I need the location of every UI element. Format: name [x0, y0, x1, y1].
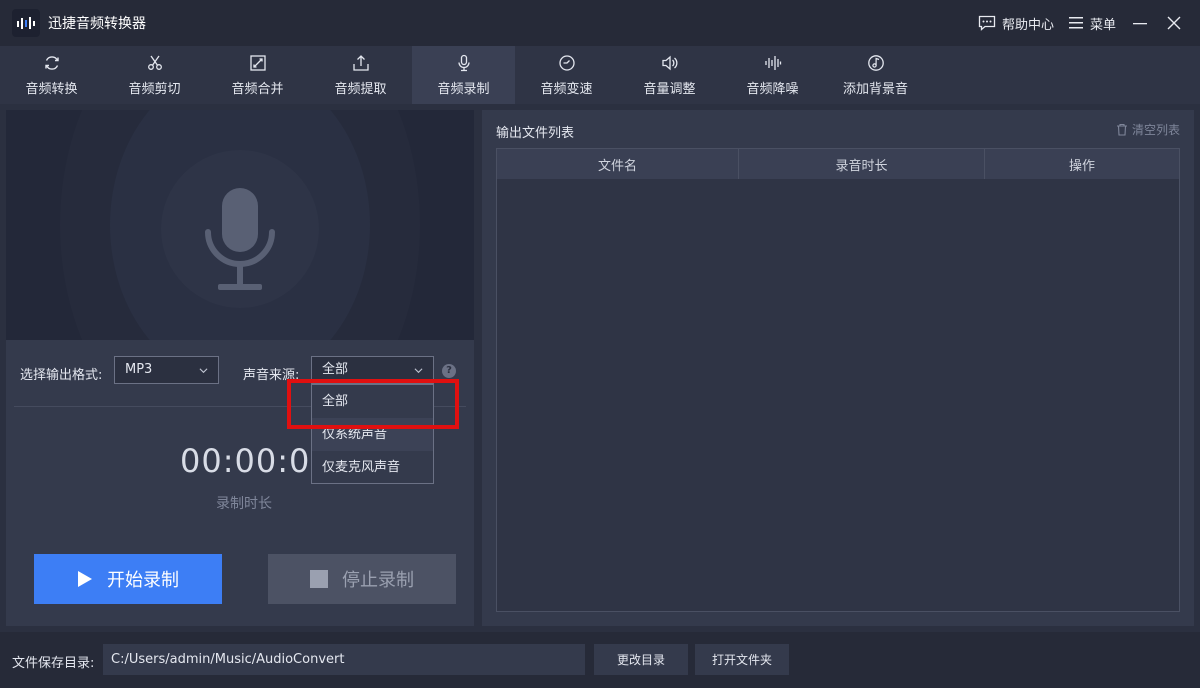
- waveform-icon: [764, 55, 781, 70]
- feature-tab-bar: 音频转换 音频剪切 音频合并 音频提取 音频录制 音频变速 音量调整 音频降噪 …: [0, 46, 1200, 104]
- tab-label: 音频降噪: [746, 81, 799, 97]
- minimize-icon: [1133, 23, 1147, 25]
- tab-audio-cut[interactable]: 音频剪切: [103, 46, 206, 104]
- save-directory-input[interactable]: [103, 644, 585, 675]
- menu-label: 菜单: [1089, 17, 1116, 33]
- trash-icon: [1116, 123, 1127, 136]
- open-folder-button[interactable]: 打开文件夹: [695, 644, 789, 675]
- play-icon: [78, 571, 92, 587]
- column-header-actions: 操作: [1068, 158, 1095, 174]
- help-question-icon[interactable]: ?: [442, 364, 456, 378]
- tab-label: 音频合并: [231, 81, 284, 97]
- microphone-large-icon: [205, 188, 275, 290]
- clear-list-button[interactable]: 清空列表: [1116, 121, 1180, 138]
- merge-icon: [249, 54, 266, 71]
- dropdown-option-all[interactable]: 全部: [312, 385, 433, 418]
- recording-timer: 00:00:00: [180, 442, 332, 480]
- tab-audio-convert[interactable]: 音频转换: [0, 46, 103, 104]
- menu-button[interactable]: 菜单: [1068, 14, 1116, 33]
- output-list-panel: 输出文件列表 清空列表 文件名 录音时长 操作: [482, 110, 1194, 626]
- stop-recording-button[interactable]: 停止录制: [268, 554, 456, 604]
- tab-audio-extract[interactable]: 音频提取: [309, 46, 412, 104]
- app-title: 迅捷音频转换器: [48, 16, 146, 32]
- chevron-down-icon: [414, 368, 423, 374]
- tab-label: 音频提取: [334, 81, 387, 97]
- scissors-icon: [147, 55, 162, 70]
- tab-audio-speed[interactable]: 音频变速: [515, 46, 618, 104]
- clear-list-label: 清空列表: [1131, 123, 1180, 137]
- music-note-icon: [867, 54, 884, 71]
- title-bar: 迅捷音频转换器 帮助中心 菜单: [0, 0, 1200, 46]
- sound-source-select[interactable]: 全部: [311, 356, 434, 384]
- output-list-title: 输出文件列表: [496, 126, 575, 141]
- sound-source-label: 声音来源:: [243, 368, 300, 383]
- chat-bubble-icon: [978, 15, 996, 31]
- tab-volume-adjust[interactable]: 音量调整: [618, 46, 721, 104]
- tab-label: 音量调整: [643, 81, 696, 97]
- tab-label: 音频录制: [437, 81, 490, 97]
- table-header: 文件名 录音时长 操作: [497, 149, 1179, 179]
- stop-icon: [310, 570, 328, 588]
- output-format-value: MP3: [125, 362, 153, 377]
- help-center-button[interactable]: 帮助中心: [978, 14, 1054, 33]
- recorder-panel: 选择输出格式: MP3 声音来源: 全部 ? 00:00:00 录制时长 开始录…: [6, 110, 474, 626]
- output-file-table: 文件名 录音时长 操作: [496, 148, 1180, 612]
- tab-audio-merge[interactable]: 音频合并: [206, 46, 309, 104]
- recording-duration-label: 录制时长: [216, 496, 272, 512]
- column-header-duration: 录音时长: [739, 149, 985, 179]
- save-directory-label: 文件保存目录:: [12, 656, 95, 671]
- chevron-down-icon: [199, 368, 208, 374]
- tab-label: 添加背景音: [842, 81, 908, 97]
- help-center-label: 帮助中心: [1001, 17, 1054, 33]
- tab-label: 音频变速: [540, 81, 593, 97]
- change-directory-button[interactable]: 更改目录: [594, 644, 688, 675]
- column-header-filename: 文件名: [497, 149, 739, 179]
- start-recording-button[interactable]: 开始录制: [34, 554, 222, 604]
- speaker-icon: [661, 55, 677, 70]
- save-path-bar: 文件保存目录: 更改目录 打开文件夹: [0, 632, 1200, 688]
- stop-recording-label: 停止录制: [342, 570, 414, 591]
- close-button[interactable]: [1164, 13, 1184, 33]
- close-icon: [1167, 16, 1181, 30]
- tab-label: 音频转换: [25, 81, 78, 97]
- hamburger-icon: [1068, 17, 1083, 29]
- upload-icon: [352, 54, 369, 71]
- tab-add-background-music[interactable]: 添加背景音: [824, 46, 927, 104]
- output-format-select[interactable]: MP3: [114, 356, 219, 384]
- microphone-icon: [457, 54, 470, 71]
- speed-icon: [558, 54, 575, 71]
- dropdown-option-system-only[interactable]: 仅系统声音: [312, 418, 433, 451]
- tab-audio-record[interactable]: 音频录制: [412, 46, 515, 104]
- app-logo-icon: [12, 9, 40, 37]
- start-recording-label: 开始录制: [107, 570, 179, 591]
- minimize-button[interactable]: [1130, 13, 1150, 33]
- tab-noise-reduction[interactable]: 音频降噪: [721, 46, 824, 104]
- recorder-visual: [6, 110, 474, 340]
- dropdown-option-mic-only[interactable]: 仅麦克风声音: [312, 451, 433, 484]
- tab-label: 音频剪切: [128, 81, 181, 97]
- refresh-icon: [44, 55, 59, 70]
- output-format-label: 选择输出格式:: [20, 368, 103, 383]
- sound-source-dropdown: 全部 仅系统声音 仅麦克风声音: [311, 384, 434, 484]
- sound-source-value: 全部: [322, 362, 349, 377]
